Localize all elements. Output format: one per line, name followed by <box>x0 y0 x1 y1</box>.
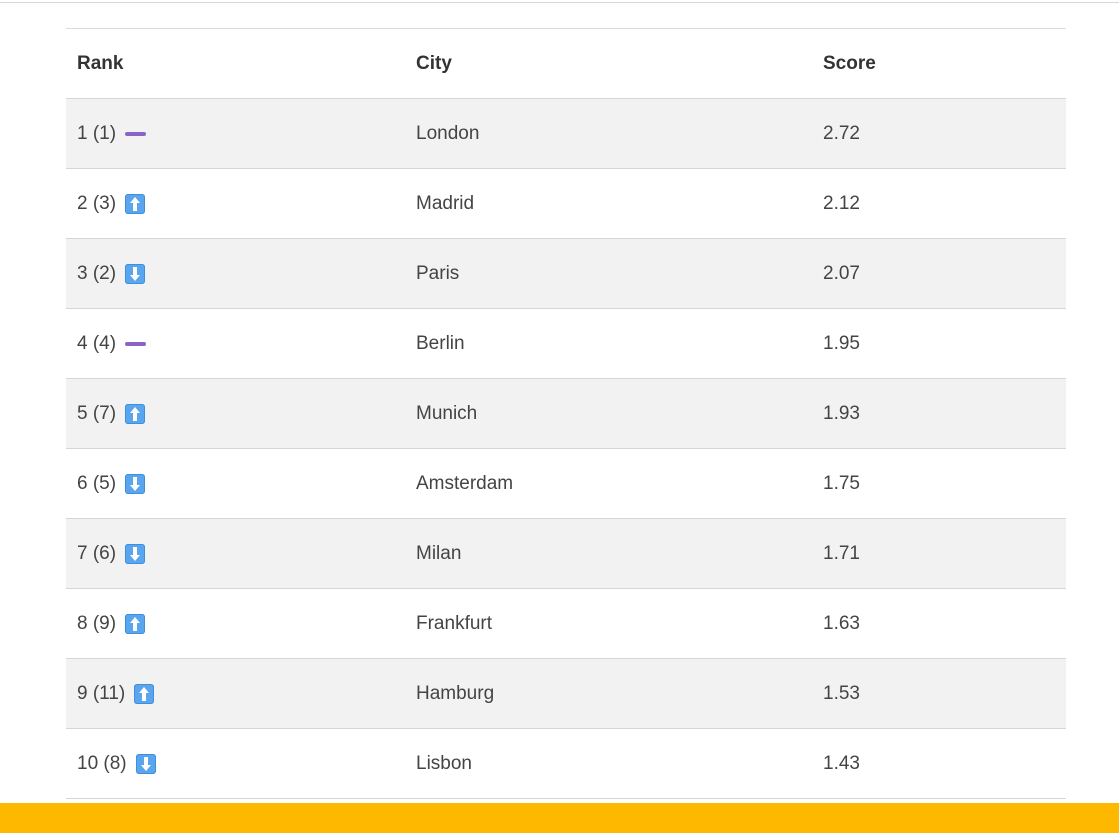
city-cell: Lisbon <box>405 728 812 799</box>
table-row: 4 (4) Berlin 1.95 <box>66 308 1066 379</box>
table-row: 10 (8) Lisbon 1.43 <box>66 728 1066 799</box>
city-ranking-table: Rank City Score 1 (1) London 2.72 2 (3) Madr… <box>66 28 1066 799</box>
up-arrow-icon <box>134 683 155 704</box>
rank-cell: 1 (1) <box>66 98 405 169</box>
city-cell: Berlin <box>405 308 812 379</box>
rank-cell: 6 (5) <box>66 448 405 519</box>
rank-value-wrap: 8 (9) <box>77 612 146 635</box>
rank-cell: 5 (7) <box>66 378 405 449</box>
table-row: 2 (3) Madrid 2.12 <box>66 168 1066 239</box>
rank-text: 8 (9) <box>77 612 117 634</box>
rank-value-wrap: 3 (2) <box>77 262 146 285</box>
city-cell: Milan <box>405 518 812 589</box>
rank-text: 7 (6) <box>77 542 117 564</box>
rank-cell: 7 (6) <box>66 518 405 589</box>
city-cell: Amsterdam <box>405 448 812 519</box>
table-row: 1 (1) London 2.72 <box>66 98 1066 169</box>
table-row: 9 (11) Hamburg 1.53 <box>66 658 1066 729</box>
score-cell: 2.07 <box>812 238 1066 309</box>
dash-icon <box>125 341 147 346</box>
rank-cell: 3 (2) <box>66 238 405 309</box>
rank-text: 2 (3) <box>77 192 117 214</box>
rank-value-wrap: 7 (6) <box>77 542 146 565</box>
city-cell: Paris <box>405 238 812 309</box>
score-cell: 1.75 <box>812 448 1066 519</box>
rank-value-wrap: 6 (5) <box>77 472 146 495</box>
down-arrow-icon <box>125 263 146 284</box>
rank-cell: 2 (3) <box>66 168 405 239</box>
table-body: 1 (1) London 2.72 2 (3) Madrid 2.12 3 (2) Paris… <box>66 98 1066 799</box>
rank-value-wrap: 1 (1) <box>77 122 147 145</box>
up-arrow-icon <box>125 193 146 214</box>
table-row: 6 (5) Amsterdam 1.75 <box>66 448 1066 519</box>
table-row: 7 (6) Milan 1.71 <box>66 518 1066 589</box>
rank-text: 4 (4) <box>77 332 117 354</box>
down-arrow-icon <box>125 473 146 494</box>
city-cell: Madrid <box>405 168 812 239</box>
table-row: 3 (2) Paris 2.07 <box>66 238 1066 309</box>
up-arrow-icon <box>125 613 146 634</box>
table-row: 8 (9) Frankfurt 1.63 <box>66 588 1066 659</box>
score-cell: 1.93 <box>812 378 1066 449</box>
ranking-table-container: Rank City Score 1 (1) London 2.72 2 (3) Madr… <box>66 28 1066 799</box>
table-row: 5 (7) Munich 1.93 <box>66 378 1066 449</box>
rank-cell: 10 (8) <box>66 728 405 799</box>
score-cell: 1.53 <box>812 658 1066 729</box>
rank-value-wrap: 9 (11) <box>77 682 155 705</box>
header-score: Score <box>812 28 1066 99</box>
down-arrow-icon <box>135 753 156 774</box>
header-city: City <box>405 28 812 99</box>
rank-cell: 9 (11) <box>66 658 405 729</box>
rank-text: 10 (8) <box>77 752 127 774</box>
table-header-row: Rank City Score <box>66 28 1066 99</box>
city-cell: Hamburg <box>405 658 812 729</box>
city-cell: Munich <box>405 378 812 449</box>
rank-value-wrap: 10 (8) <box>77 753 156 775</box>
rank-text: 3 (2) <box>77 262 117 284</box>
down-arrow-icon <box>125 543 146 564</box>
rank-value-wrap: 5 (7) <box>77 402 146 425</box>
dash-icon <box>125 131 147 136</box>
rank-text: 9 (11) <box>77 682 126 704</box>
rank-cell: 4 (4) <box>66 308 405 379</box>
up-arrow-icon <box>125 403 146 424</box>
rank-cell: 8 (9) <box>66 588 405 659</box>
rank-text: 6 (5) <box>77 472 117 494</box>
score-cell: 1.95 <box>812 308 1066 379</box>
rank-text: 5 (7) <box>77 402 117 424</box>
rank-text: 1 (1) <box>77 122 117 144</box>
top-divider <box>0 2 1119 3</box>
footer-bar <box>0 803 1119 833</box>
score-cell: 2.72 <box>812 98 1066 169</box>
city-cell: Frankfurt <box>405 588 812 659</box>
score-cell: 1.43 <box>812 728 1066 799</box>
score-cell: 2.12 <box>812 168 1066 239</box>
score-cell: 1.63 <box>812 588 1066 659</box>
rank-value-wrap: 2 (3) <box>77 192 146 215</box>
rank-value-wrap: 4 (4) <box>77 332 147 355</box>
city-cell: London <box>405 98 812 169</box>
header-rank: Rank <box>66 28 405 99</box>
score-cell: 1.71 <box>812 518 1066 589</box>
